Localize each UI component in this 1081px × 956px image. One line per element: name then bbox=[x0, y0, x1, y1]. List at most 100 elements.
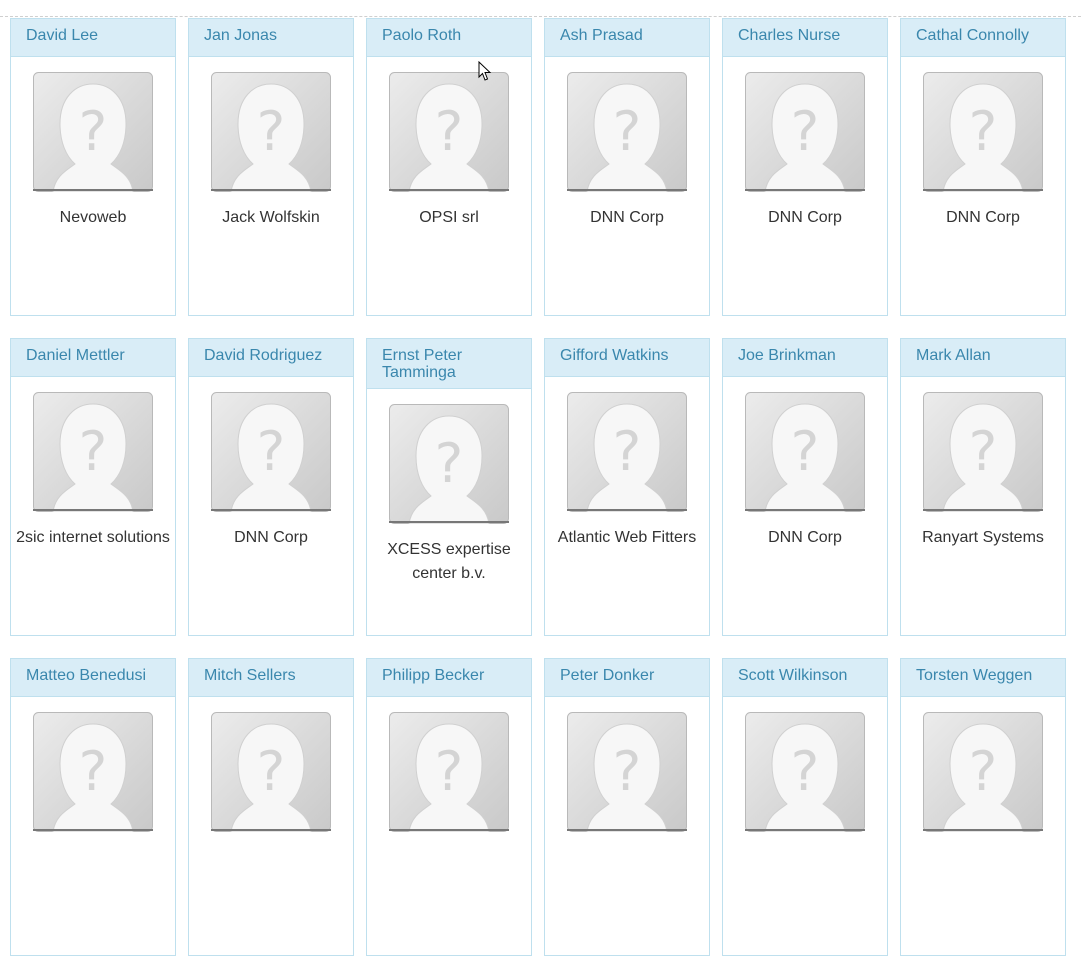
member-card-body: ? Atlantic Web Fitters bbox=[545, 377, 709, 550]
member-name[interactable]: Matteo Benedusi bbox=[11, 659, 175, 697]
svg-text:?: ? bbox=[613, 740, 642, 803]
member-card-body: ? bbox=[723, 697, 887, 833]
member-card-body: ? DNN Corp bbox=[901, 57, 1065, 230]
member-card: Torsten Weggen? bbox=[900, 658, 1066, 956]
member-card: Mitch Sellers? bbox=[188, 658, 354, 956]
member-card: Ash Prasad? DNN Corp bbox=[544, 18, 710, 316]
unknown-user-avatar-icon[interactable]: ? bbox=[567, 392, 687, 513]
svg-text:?: ? bbox=[79, 740, 108, 803]
member-card-body: ? bbox=[545, 697, 709, 833]
member-name[interactable]: David Lee bbox=[11, 19, 175, 57]
mouse-pointer-icon bbox=[478, 61, 492, 81]
member-name[interactable]: Peter Donker bbox=[545, 659, 709, 697]
member-card-body: ? DNN Corp bbox=[189, 377, 353, 550]
member-card-body: ? XCESS expertise center b.v. bbox=[367, 389, 531, 586]
member-company: DNN Corp bbox=[590, 209, 664, 226]
svg-text:?: ? bbox=[79, 420, 108, 483]
member-card-body: ? bbox=[11, 697, 175, 833]
member-company: Jack Wolfskin bbox=[222, 209, 320, 226]
member-company: Atlantic Web Fitters bbox=[557, 529, 697, 546]
member-name[interactable]: Cathal Connolly bbox=[901, 19, 1065, 57]
svg-text:?: ? bbox=[257, 740, 286, 803]
unknown-user-avatar-icon[interactable]: ? bbox=[211, 712, 331, 833]
svg-text:?: ? bbox=[791, 100, 820, 163]
member-card: Matteo Benedusi? bbox=[10, 658, 176, 956]
member-card-body: ? Ranyart Systems bbox=[901, 377, 1065, 550]
svg-text:?: ? bbox=[435, 740, 464, 803]
top-divider bbox=[0, 16, 1081, 17]
member-company: DNN Corp bbox=[768, 209, 842, 226]
member-name[interactable]: Jan Jonas bbox=[189, 19, 353, 57]
member-name[interactable]: Torsten Weggen bbox=[901, 659, 1065, 697]
unknown-user-avatar-icon[interactable]: ? bbox=[745, 72, 865, 193]
member-name[interactable]: Paolo Roth bbox=[367, 19, 531, 57]
member-card-body: ? Nevoweb bbox=[11, 57, 175, 230]
member-card: Ernst Peter Tamminga? XCESS expertise cen… bbox=[366, 338, 532, 636]
member-card: Mark Allan? Ranyart Systems bbox=[900, 338, 1066, 636]
member-name[interactable]: Ash Prasad bbox=[545, 19, 709, 57]
unknown-user-avatar-icon[interactable]: ? bbox=[745, 392, 865, 513]
unknown-user-avatar-icon[interactable]: ? bbox=[923, 712, 1043, 833]
member-name[interactable]: Mitch Sellers bbox=[189, 659, 353, 697]
unknown-user-avatar-icon[interactable]: ? bbox=[211, 392, 331, 513]
member-name[interactable]: Daniel Mettler bbox=[11, 339, 175, 377]
member-card: Peter Donker? bbox=[544, 658, 710, 956]
member-company: DNN Corp bbox=[234, 529, 308, 546]
svg-text:?: ? bbox=[79, 100, 108, 163]
unknown-user-avatar-icon[interactable]: ? bbox=[211, 72, 331, 193]
svg-text:?: ? bbox=[791, 420, 820, 483]
member-card-body: ? bbox=[901, 697, 1065, 833]
unknown-user-avatar-icon[interactable]: ? bbox=[33, 72, 153, 193]
member-card: David Rodriguez? DNN Corp bbox=[188, 338, 354, 636]
member-card-body: ? DNN Corp bbox=[723, 57, 887, 230]
member-card-body: ? bbox=[189, 697, 353, 833]
unknown-user-avatar-icon[interactable]: ? bbox=[389, 404, 509, 525]
unknown-user-avatar-icon[interactable]: ? bbox=[923, 392, 1043, 513]
unknown-user-avatar-icon[interactable]: ? bbox=[33, 392, 153, 513]
member-card: David Lee? Nevoweb bbox=[10, 18, 176, 316]
unknown-user-avatar-icon[interactable]: ? bbox=[389, 712, 509, 833]
member-name[interactable]: Joe Brinkman bbox=[723, 339, 887, 377]
unknown-user-avatar-icon[interactable]: ? bbox=[33, 712, 153, 833]
svg-text:?: ? bbox=[435, 100, 464, 163]
member-name[interactable]: Scott Wilkinson bbox=[723, 659, 887, 697]
svg-text:?: ? bbox=[613, 100, 642, 163]
member-name[interactable]: Gifford Watkins bbox=[545, 339, 709, 377]
svg-text:?: ? bbox=[613, 420, 642, 483]
member-company: OPSI srl bbox=[419, 209, 479, 226]
svg-text:?: ? bbox=[969, 420, 998, 483]
unknown-user-avatar-icon[interactable]: ? bbox=[745, 712, 865, 833]
svg-text:?: ? bbox=[791, 740, 820, 803]
member-company: 2sic internet solutions bbox=[16, 529, 170, 546]
member-company: XCESS expertise center b.v. bbox=[387, 541, 511, 582]
member-card-body: ? Jack Wolfskin bbox=[189, 57, 353, 230]
member-card: Paolo Roth? OPSI srl bbox=[366, 18, 532, 316]
member-card-body: ? DNN Corp bbox=[545, 57, 709, 230]
member-card: Daniel Mettler? 2sic internet solutions bbox=[10, 338, 176, 636]
member-grid: David Lee? Nevoweb Jan Jonas? Jack Wolfskin… bbox=[10, 18, 1081, 956]
member-name[interactable]: Philipp Becker bbox=[367, 659, 531, 697]
member-company: Nevoweb bbox=[59, 209, 127, 226]
member-name[interactable]: Mark Allan bbox=[901, 339, 1065, 377]
svg-text:?: ? bbox=[969, 740, 998, 803]
member-company: DNN Corp bbox=[946, 209, 1020, 226]
member-card: Cathal Connolly? DNN Corp bbox=[900, 18, 1066, 316]
svg-text:?: ? bbox=[257, 420, 286, 483]
member-card-body: ? 2sic internet solutions bbox=[11, 377, 175, 550]
unknown-user-avatar-icon[interactable]: ? bbox=[567, 72, 687, 193]
member-name[interactable]: Ernst Peter Tamminga bbox=[367, 339, 531, 389]
member-card-body: ? DNN Corp bbox=[723, 377, 887, 550]
svg-text:?: ? bbox=[969, 100, 998, 163]
member-company: Ranyart Systems bbox=[922, 529, 1044, 546]
member-card: Joe Brinkman? DNN Corp bbox=[722, 338, 888, 636]
member-card: Scott Wilkinson? bbox=[722, 658, 888, 956]
member-company: DNN Corp bbox=[768, 529, 842, 546]
member-card-body: ? OPSI srl bbox=[367, 57, 531, 230]
member-name[interactable]: Charles Nurse bbox=[723, 19, 887, 57]
unknown-user-avatar-icon[interactable]: ? bbox=[389, 72, 509, 193]
member-card: Jan Jonas? Jack Wolfskin bbox=[188, 18, 354, 316]
unknown-user-avatar-icon[interactable]: ? bbox=[567, 712, 687, 833]
member-card: Charles Nurse? DNN Corp bbox=[722, 18, 888, 316]
unknown-user-avatar-icon[interactable]: ? bbox=[923, 72, 1043, 193]
member-name[interactable]: David Rodriguez bbox=[189, 339, 353, 377]
